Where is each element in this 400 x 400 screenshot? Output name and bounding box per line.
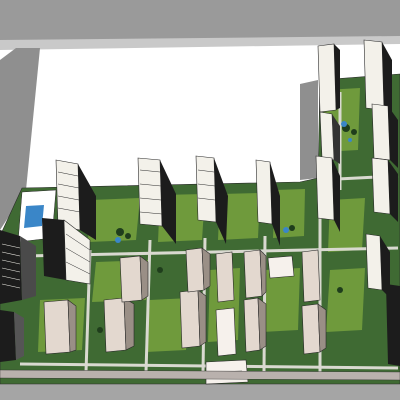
south-boundary [0,369,400,381]
site-model-render [0,0,400,400]
tower [386,284,400,366]
tower [317,43,340,113]
east-connector-road [300,80,318,180]
tower [0,310,24,362]
